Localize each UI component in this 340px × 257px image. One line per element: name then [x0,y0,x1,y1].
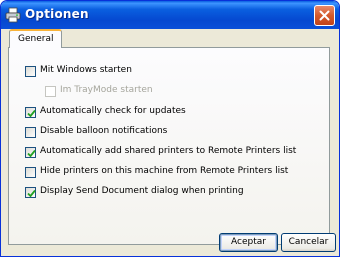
checkbox-send-document-dialog[interactable] [25,187,36,198]
checkbox-start-in-tray [45,86,56,97]
printer-icon [5,7,21,23]
option-label: Hide printers on this machine from Remot… [40,166,289,176]
option-label: Disable balloon notifications [40,126,168,136]
close-button[interactable] [314,5,335,26]
option-label: Automatically add shared printers to Rem… [40,146,297,156]
window-title: Optionen [25,7,89,21]
checkmark-icon [27,189,36,198]
dialog-body: General Mit Windows starten Im TrayMode … [4,29,336,255]
accept-button[interactable]: Aceptar [219,233,278,252]
cancel-button[interactable]: Cancelar [281,233,336,252]
tab-general[interactable]: General [9,29,63,48]
option-label: Im TrayMode starten [60,85,153,95]
checkbox-auto-add-shared-printers[interactable] [25,147,36,158]
option-label: Automatically check for updates [40,106,186,116]
checkbox-disable-balloons[interactable] [25,127,36,138]
checkmark-icon [27,109,36,118]
option-label: Display Send Document dialog when printi… [40,186,244,196]
title-bar[interactable]: Optionen [1,1,339,29]
checkbox-start-with-windows[interactable] [25,66,36,77]
checkbox-hide-local-printers[interactable] [25,167,36,178]
checkmark-icon [27,149,36,158]
close-icon [319,10,330,21]
options-dialog: Optionen General Mit Windows starten Im … [0,0,340,257]
tab-panel-general: Mit Windows starten Im TrayMode starten … [8,47,330,245]
checkbox-check-updates[interactable] [25,107,36,118]
option-label: Mit Windows starten [40,65,132,75]
